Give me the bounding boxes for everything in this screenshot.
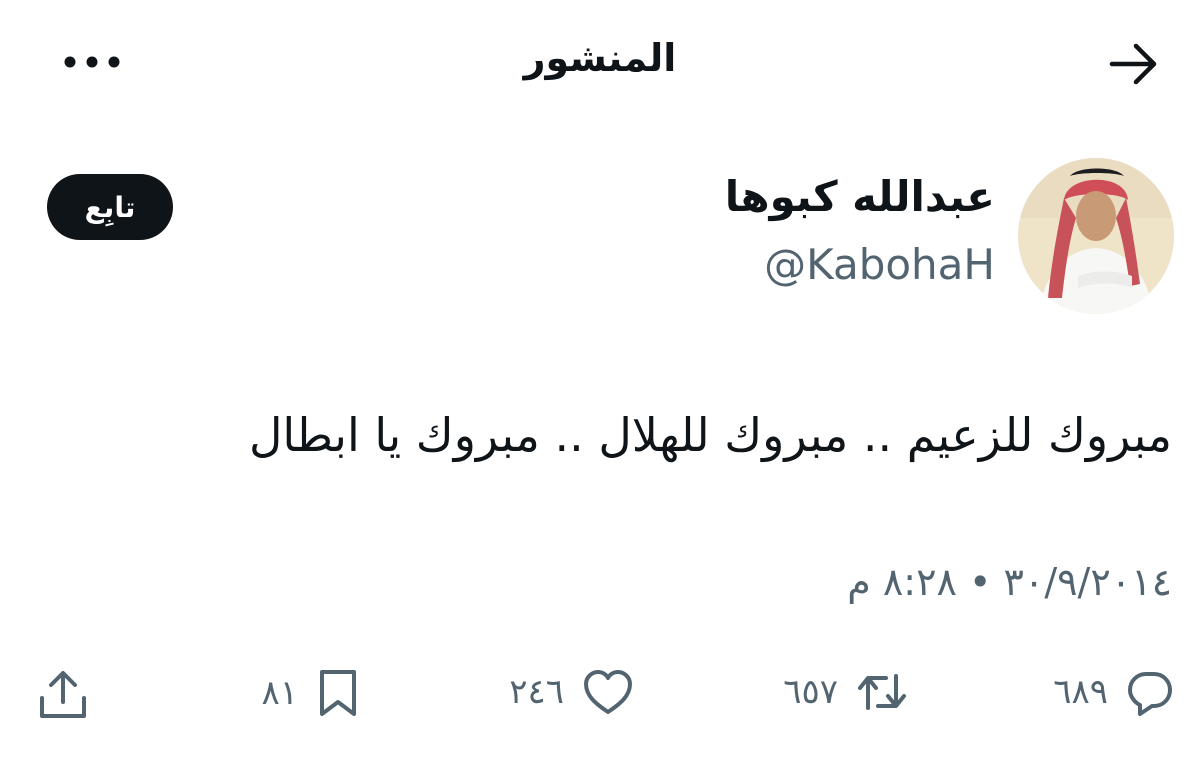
top-bar: المنشور bbox=[0, 0, 1200, 125]
bookmark-button[interactable]: ٨١ bbox=[261, 668, 360, 718]
retweet-button[interactable]: ٦٥٧ bbox=[783, 668, 908, 716]
more-horizontal-icon[interactable] bbox=[64, 50, 120, 74]
follow-button[interactable]: تابِع bbox=[47, 174, 173, 240]
bookmark-icon bbox=[316, 668, 360, 718]
bookmark-count: ٨١ bbox=[261, 673, 298, 713]
share-icon bbox=[36, 668, 90, 722]
like-button[interactable]: ٢٤٦ bbox=[509, 668, 634, 716]
share-button[interactable] bbox=[36, 668, 90, 722]
retweet-icon bbox=[856, 668, 908, 716]
author-handle[interactable]: @KabohaH bbox=[764, 240, 995, 289]
author-name[interactable]: عبدالله كبوها bbox=[725, 172, 995, 221]
retweet-count: ٦٥٧ bbox=[783, 672, 838, 712]
reply-count: ٦٨٩ bbox=[1053, 672, 1108, 712]
tweet-text: مبروك للزعيم .. مبروك للهلال .. مبروك يا… bbox=[248, 408, 1172, 462]
reply-button[interactable]: ٦٨٩ bbox=[1053, 668, 1174, 716]
page-title: المنشور bbox=[523, 36, 677, 80]
avatar[interactable] bbox=[1018, 158, 1174, 314]
heart-icon bbox=[582, 668, 634, 716]
action-bar: ٦٨٩ ٦٥٧ ٢٤٦ ٨١ bbox=[0, 640, 1200, 760]
reply-icon bbox=[1126, 668, 1174, 716]
tweet-timestamp[interactable]: ٣٠/٩/٢٠١٤ ‏• ٨:٢٨ م bbox=[847, 560, 1172, 604]
like-count: ٢٤٦ bbox=[509, 672, 564, 712]
